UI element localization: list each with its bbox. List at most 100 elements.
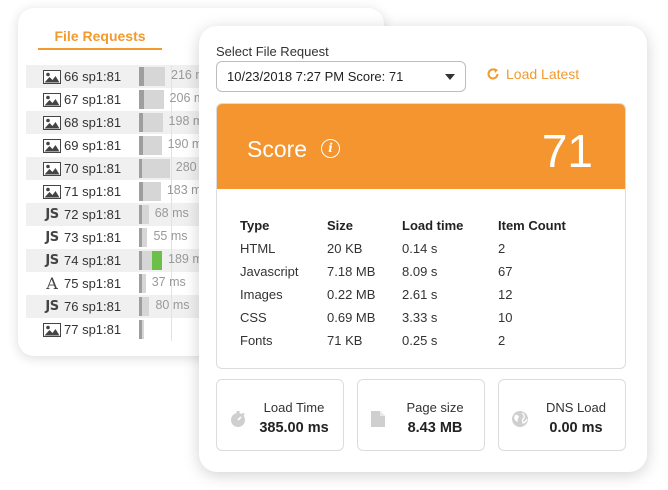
gridline: [171, 157, 172, 180]
table-header-row: Type Size Load time Item Count: [240, 214, 598, 237]
resource-stats-table: Type Size Load time Item Count HTML 20 KB…: [240, 214, 598, 352]
image-icon: [42, 92, 62, 108]
cell-load-time: 0.25 s: [402, 333, 438, 348]
timing-bar-load: [142, 159, 170, 178]
file-requests-tab[interactable]: File Requests: [38, 28, 162, 50]
image-icon: [42, 184, 62, 200]
cell-load-time: 3.33 s: [402, 310, 438, 325]
globe-icon: [512, 411, 528, 427]
timing-bar-load: [144, 67, 166, 86]
cell-item-count: 2: [498, 241, 506, 256]
cell-item-count: 12: [498, 287, 513, 302]
timing-bar-load: [142, 320, 144, 339]
cell-type: Fonts: [240, 333, 273, 348]
file-request-name: 73 sp1:81: [64, 230, 122, 245]
page-size-metric: Page size 8.43 MB: [357, 379, 485, 451]
cell-size: 7.18 MB: [327, 264, 376, 279]
js-icon: JS: [45, 253, 59, 268]
cell-size: 0.22 MB: [327, 287, 376, 302]
file-request-name: 68 sp1:81: [64, 115, 122, 130]
file-request-name: 74 sp1:81: [64, 253, 122, 268]
cell-size: 71 KB: [327, 333, 363, 348]
file-request-name: 72 sp1:81: [64, 207, 122, 222]
timing-bar-load: [143, 90, 164, 109]
timing-bar-load: [142, 205, 149, 224]
table-row: Fonts 71 KB 0.25 s 2: [240, 329, 598, 352]
load-latest-label: Load Latest: [506, 66, 580, 82]
image-icon: [42, 69, 62, 85]
cell-load-time: 0.14 s: [402, 241, 438, 256]
js-icon: JS: [45, 207, 59, 222]
file-request-select-value: 10/23/2018 7:27 PM Score: 71: [227, 69, 404, 84]
header-size: Size: [327, 218, 354, 233]
file-request-name: 71 sp1:81: [64, 184, 122, 199]
file-request-name: 75 sp1:81: [64, 276, 122, 291]
score-card: Select File Request 10/23/2018 7:27 PM S…: [199, 26, 647, 472]
timing-bar-load: [142, 182, 161, 201]
file-request-name: 69 sp1:81: [64, 138, 122, 153]
file-request-name: 76 sp1:81: [64, 299, 122, 314]
file-icon: [371, 411, 385, 427]
dns-load-label: DNS Load: [546, 400, 606, 415]
image-icon: [42, 322, 62, 338]
dns-load-metric: DNS Load 0.00 ms: [498, 379, 626, 451]
load-latest-button[interactable]: Load Latest: [486, 66, 579, 82]
gridline: [171, 318, 172, 341]
table-row: HTML 20 KB 0.14 s 2: [240, 237, 598, 260]
timing-bar-download: [152, 251, 162, 270]
load-time-label: Load Time: [263, 400, 325, 415]
table-row: Images 0.22 MB 2.61 s 12: [240, 283, 598, 306]
file-request-name: 66 sp1:81: [64, 69, 122, 84]
score-label: Score: [247, 136, 308, 162]
dns-load-value: 0.00 ms: [549, 420, 603, 436]
file-request-duration: 37 ms: [151, 275, 186, 289]
score-value: 71: [541, 125, 593, 177]
cell-item-count: 10: [498, 310, 513, 325]
cell-item-count: 2: [498, 333, 506, 348]
js-icon: JS: [45, 299, 59, 314]
file-request-duration: 55 ms: [153, 229, 188, 243]
timing-bar-load: [142, 297, 150, 316]
timing-bar-load: [142, 228, 148, 247]
file-request-name: 77 sp1:81: [64, 322, 122, 337]
cell-type: HTML: [240, 241, 276, 256]
header-load-time: Load time: [402, 218, 464, 233]
metrics-row: Load Time 385.00 ms Page size 8.43 MB DN…: [216, 379, 626, 451]
header-type: Type: [240, 218, 270, 233]
cell-size: 20 KB: [327, 241, 363, 256]
select-file-request-label: Select File Request: [216, 44, 329, 59]
file-request-name: 70 sp1:81: [64, 161, 122, 176]
score-header: Score i 71: [217, 104, 625, 189]
font-icon: A: [46, 274, 58, 293]
cell-item-count: 67: [498, 264, 513, 279]
load-time-metric: Load Time 385.00 ms: [216, 379, 344, 451]
file-request-duration: 80 ms: [155, 298, 190, 312]
cell-load-time: 8.09 s: [402, 264, 438, 279]
stopwatch-icon: [231, 411, 245, 427]
page-size-value: 8.43 MB: [407, 420, 463, 436]
caret-down-icon: [445, 74, 455, 80]
js-icon: JS: [45, 230, 59, 245]
file-request-duration: 68 ms: [154, 206, 189, 220]
table-row: Javascript 7.18 MB 8.09 s 67: [240, 260, 598, 283]
page-size-label: Page size: [406, 400, 464, 415]
file-request-select[interactable]: 10/23/2018 7:27 PM Score: 71: [216, 61, 466, 92]
header-item-count: Item Count: [498, 218, 566, 233]
file-request-name: 67 sp1:81: [64, 92, 122, 107]
table-row: CSS 0.69 MB 3.33 s 10: [240, 306, 598, 329]
cell-type: Images: [240, 287, 283, 302]
image-icon: [42, 161, 62, 177]
refresh-icon: [487, 68, 499, 80]
load-time-value: 385.00 ms: [259, 420, 329, 436]
cell-type: CSS: [240, 310, 267, 325]
score-panel: Score i 71 Type Size Load time Item Coun…: [216, 103, 626, 369]
cell-size: 0.69 MB: [327, 310, 376, 325]
timing-bar-load: [142, 274, 146, 293]
timing-bar-load: [143, 113, 163, 132]
cell-type: Javascript: [240, 264, 299, 279]
image-icon: [42, 115, 62, 131]
image-icon: [42, 138, 62, 154]
cell-load-time: 2.61 s: [402, 287, 438, 302]
timing-bar-load: [143, 136, 162, 155]
info-icon[interactable]: i: [321, 139, 340, 158]
